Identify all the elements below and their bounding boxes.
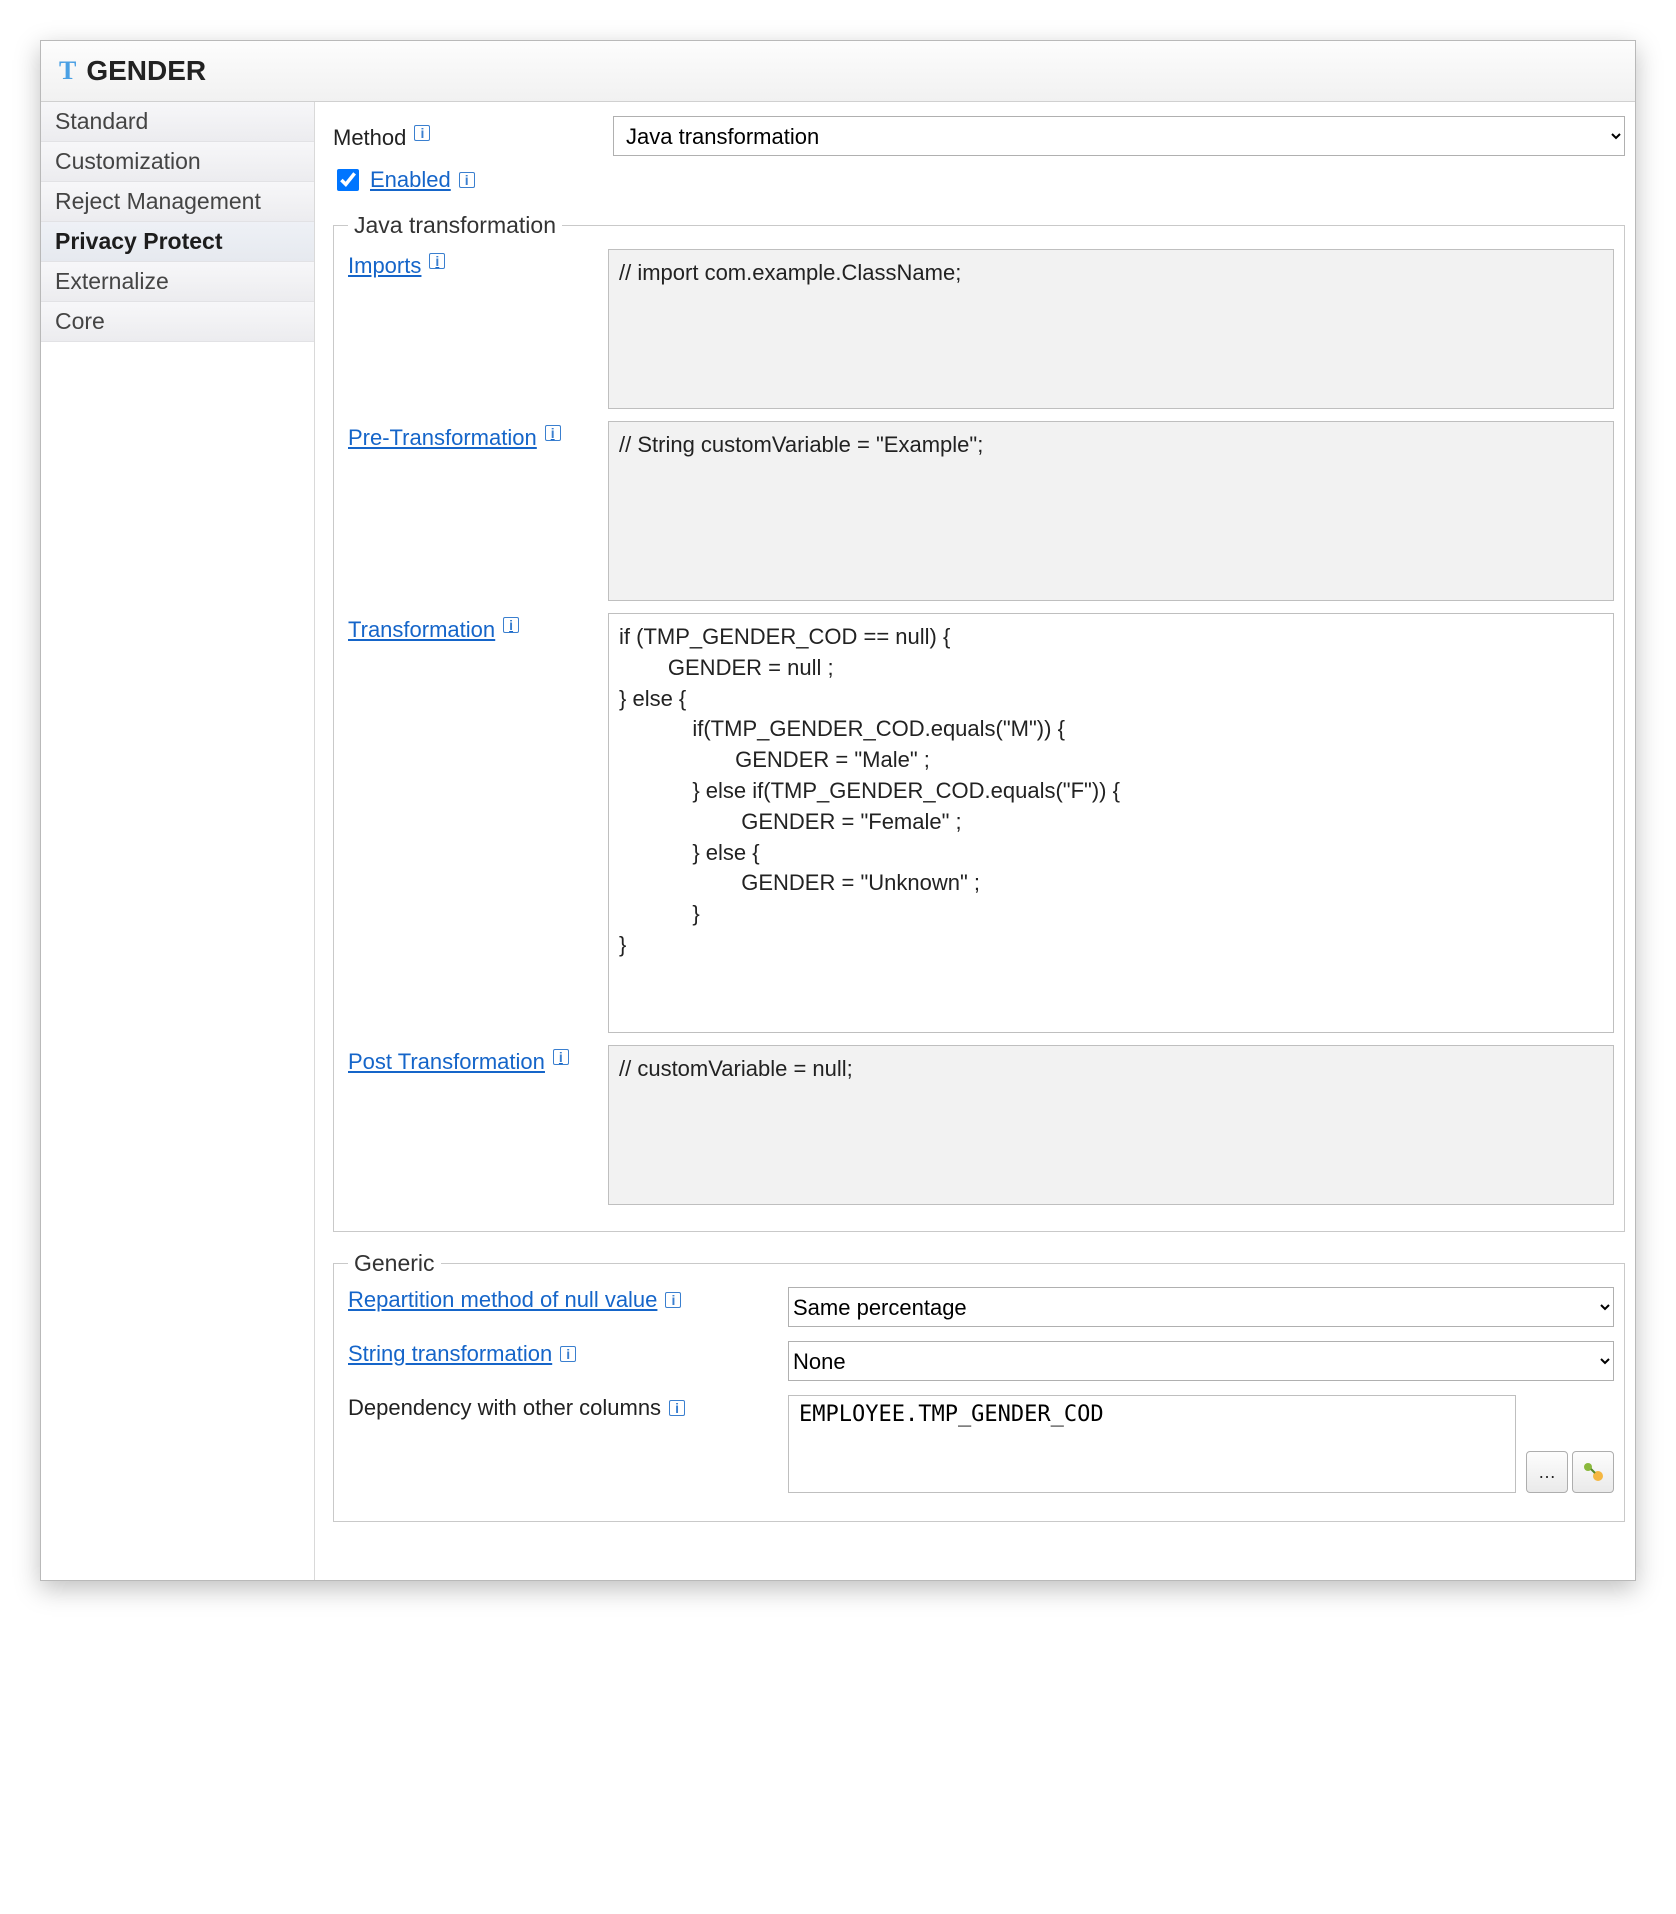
info-icon[interactable]: i bbox=[669, 1400, 685, 1416]
imports-link[interactable]: Imports bbox=[348, 253, 421, 279]
method-select[interactable]: Java transformation bbox=[613, 116, 1625, 156]
info-icon[interactable]: i bbox=[459, 172, 475, 188]
sidebar-item-core[interactable]: Core bbox=[41, 302, 314, 342]
post-transformation-textarea[interactable] bbox=[608, 1045, 1614, 1205]
mapping-icon bbox=[1582, 1461, 1604, 1483]
method-label: Method i bbox=[333, 121, 613, 151]
info-icon[interactable]: i bbox=[665, 1292, 681, 1308]
string-transformation-link[interactable]: String transformation bbox=[348, 1341, 552, 1367]
sidebar-item-privacy-protect[interactable]: Privacy Protect bbox=[41, 222, 314, 262]
post-transformation-link[interactable]: Post Transformation bbox=[348, 1049, 545, 1075]
sidebar-item-reject-management[interactable]: Reject Management bbox=[41, 182, 314, 222]
content-area: Method i Java transformation Enabled i J… bbox=[315, 102, 1635, 1580]
transformation-textarea[interactable] bbox=[608, 613, 1614, 1033]
generic-legend: Generic bbox=[348, 1250, 441, 1277]
properties-panel: T GENDER Standard Customization Reject M… bbox=[40, 40, 1636, 1581]
enabled-link[interactable]: Enabled bbox=[370, 167, 451, 193]
page-title: GENDER bbox=[86, 55, 206, 87]
mapping-button[interactable] bbox=[1572, 1451, 1614, 1493]
java-transformation-group: Java transformation Imports i Pre-Transf… bbox=[333, 212, 1625, 1232]
info-icon[interactable]: i bbox=[560, 1346, 576, 1362]
info-icon[interactable]: i bbox=[503, 617, 519, 633]
java-transformation-legend: Java transformation bbox=[348, 212, 562, 239]
sidebar: Standard Customization Reject Management… bbox=[41, 102, 315, 1580]
browse-button[interactable]: … bbox=[1526, 1451, 1568, 1493]
transformation-link[interactable]: Transformation bbox=[348, 617, 495, 643]
info-icon[interactable]: i bbox=[553, 1049, 569, 1065]
sidebar-item-externalize[interactable]: Externalize bbox=[41, 262, 314, 302]
info-icon[interactable]: i bbox=[545, 425, 561, 441]
sidebar-item-customization[interactable]: Customization bbox=[41, 142, 314, 182]
pre-transformation-textarea[interactable] bbox=[608, 421, 1614, 601]
generic-group: Generic Repartition method of null value… bbox=[333, 1250, 1625, 1522]
title-bar: T GENDER bbox=[41, 41, 1635, 102]
dependency-label: Dependency with other columns bbox=[348, 1395, 661, 1421]
text-type-icon: T bbox=[59, 56, 76, 86]
imports-textarea[interactable] bbox=[608, 249, 1614, 409]
sidebar-item-standard[interactable]: Standard bbox=[41, 102, 314, 142]
pre-transformation-link[interactable]: Pre-Transformation bbox=[348, 425, 537, 451]
repartition-select[interactable]: Same percentage bbox=[788, 1287, 1614, 1327]
string-transformation-select[interactable]: None bbox=[788, 1341, 1614, 1381]
method-label-text: Method bbox=[333, 125, 406, 151]
ellipsis-icon: … bbox=[1538, 1462, 1556, 1483]
repartition-link[interactable]: Repartition method of null value bbox=[348, 1287, 657, 1313]
dependency-textarea[interactable] bbox=[788, 1395, 1516, 1493]
info-icon[interactable]: i bbox=[414, 125, 430, 141]
enabled-checkbox[interactable] bbox=[337, 169, 359, 191]
info-icon[interactable]: i bbox=[429, 253, 445, 269]
